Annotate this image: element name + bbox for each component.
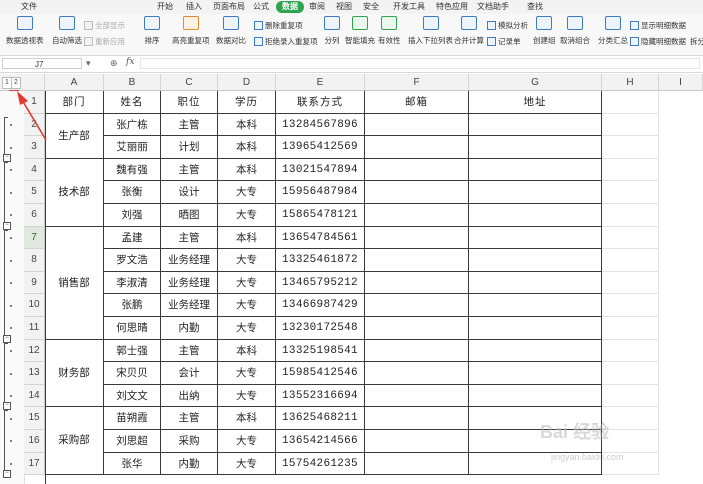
annotation-arrow — [17, 91, 47, 141]
watermark-logo: Bai 经验 — [540, 422, 610, 442]
watermark-url: jingyan.baidu.com — [551, 452, 624, 462]
